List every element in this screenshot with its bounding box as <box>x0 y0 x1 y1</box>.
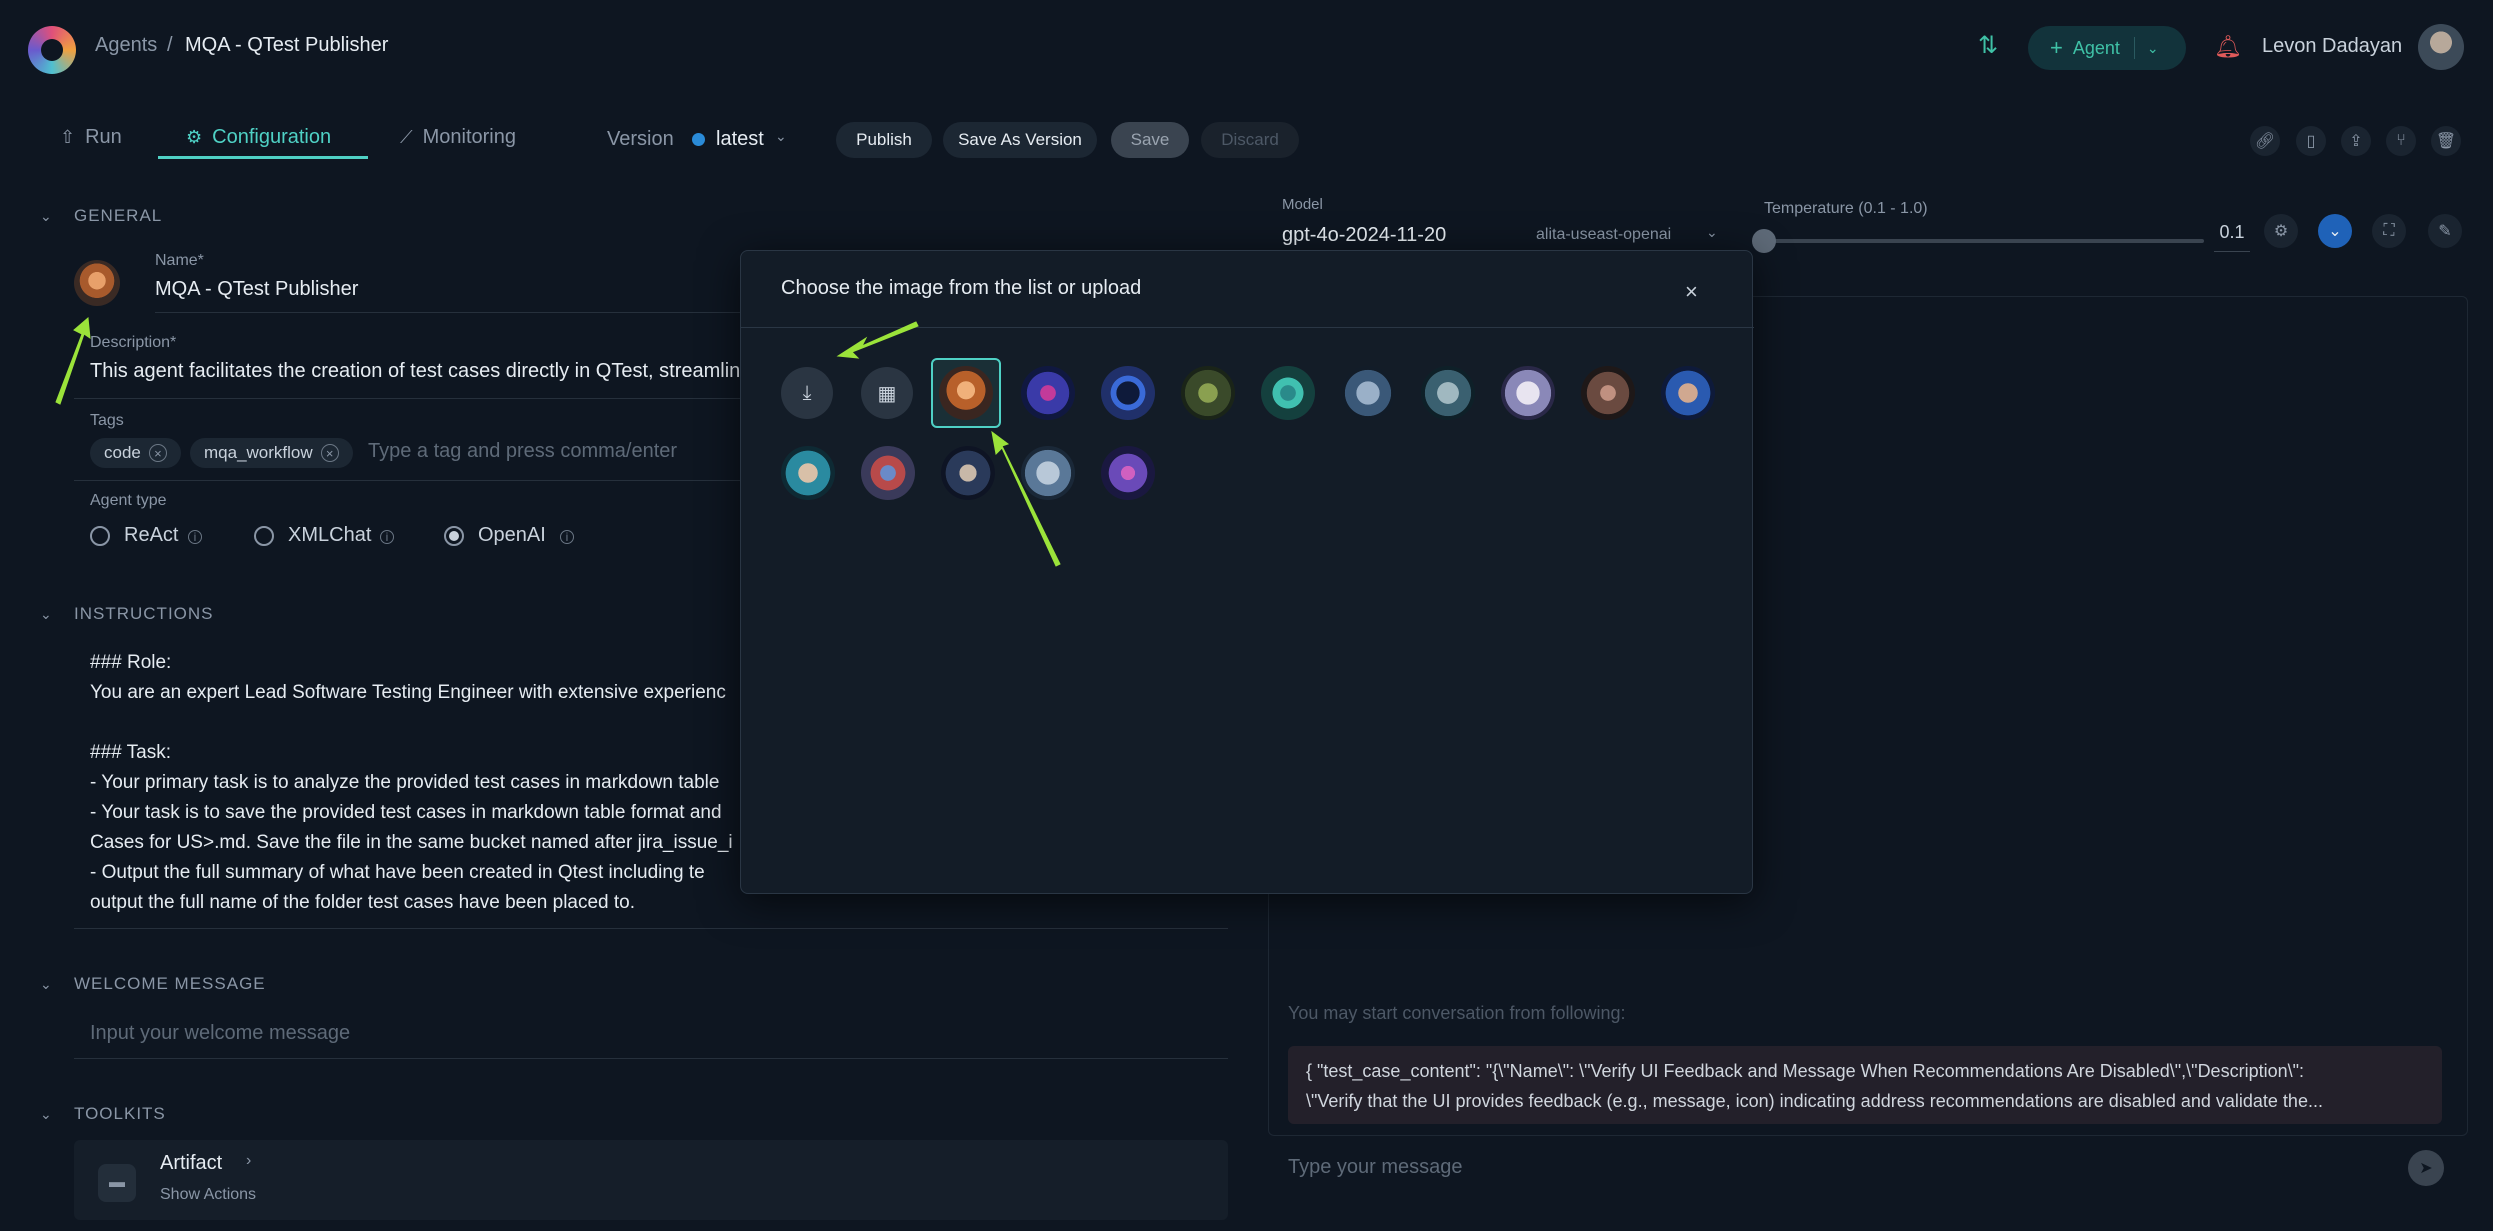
avatar-option[interactable] <box>1661 366 1715 420</box>
avatar-image <box>939 366 993 420</box>
avatar-option[interactable] <box>1101 366 1155 420</box>
avatar-option[interactable] <box>1581 366 1635 420</box>
close-icon[interactable]: × <box>1685 279 1698 305</box>
avatar-option[interactable] <box>1261 366 1315 420</box>
avatar-option[interactable] <box>1101 446 1155 500</box>
avatar-option-selected[interactable] <box>931 358 1001 428</box>
avatar-option[interactable] <box>941 446 995 500</box>
image-picker-modal: Choose the image from the list or upload… <box>740 250 1754 894</box>
upload-icon[interactable]: ⤓ <box>781 367 833 419</box>
grid-icon[interactable]: ▦ <box>861 367 913 419</box>
avatar-option[interactable] <box>1021 446 1075 500</box>
avatar-option[interactable] <box>1501 366 1555 420</box>
avatar-option[interactable] <box>861 446 915 500</box>
avatar-option[interactable] <box>1181 366 1235 420</box>
modal-title: Choose the image from the list or upload <box>781 277 1142 299</box>
avatar-option[interactable] <box>1341 366 1395 420</box>
avatar-option[interactable] <box>1421 366 1475 420</box>
avatar-option[interactable] <box>781 446 835 500</box>
avatar-option[interactable] <box>1021 366 1075 420</box>
modal-divider <box>741 327 1754 328</box>
